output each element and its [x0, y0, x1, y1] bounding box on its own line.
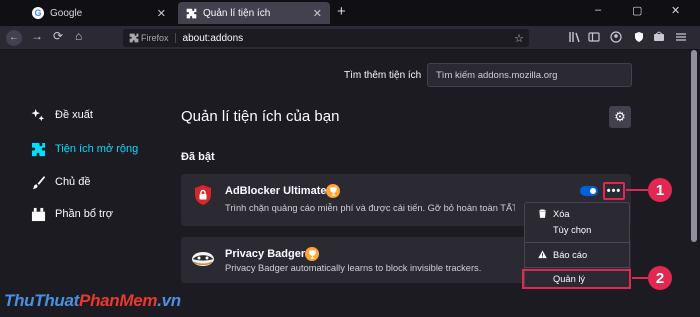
account-icon[interactable]	[610, 31, 622, 43]
url-text[interactable]: about:addons	[183, 33, 244, 44]
addon-name: AdBlocker Ultimate	[225, 185, 327, 197]
callout-1-badge: 1	[648, 178, 672, 202]
menu-item-label: Xóa	[553, 209, 570, 219]
brush-icon	[30, 174, 46, 190]
extension-icon[interactable]	[653, 31, 665, 43]
addon-enable-toggle[interactable]	[580, 186, 598, 196]
close-tab-icon[interactable]: ✕	[157, 7, 166, 20]
sidebar-item-recommendations[interactable]: Đề xuất	[30, 107, 93, 123]
menu-separator	[525, 267, 629, 268]
menu-icon[interactable]	[675, 31, 687, 43]
scrollbar[interactable]	[691, 50, 697, 242]
puzzle-icon	[186, 8, 197, 18]
puzzle-icon	[30, 141, 46, 157]
sidebar-icon[interactable]	[588, 31, 600, 43]
addon-description: Trình chặn quảng cáo miễn phí và được cả…	[225, 203, 515, 213]
forward-button[interactable]: →	[31, 29, 43, 43]
shield-icon[interactable]	[633, 31, 645, 43]
tab-addons[interactable]: Quản lí tiện ích ✕	[178, 2, 330, 24]
maximize-button[interactable]: ▢	[632, 4, 642, 17]
plugin-icon	[30, 206, 46, 222]
gear-icon: ⚙	[614, 109, 626, 124]
watermark-logo: ThuThuatPhanMem.vn	[4, 291, 181, 310]
close-tab-icon[interactable]: ✕	[313, 7, 322, 20]
badger-icon	[192, 252, 214, 266]
minimize-button[interactable]: –	[595, 4, 601, 16]
addon-description: Privacy Badger automatically learns to b…	[225, 263, 482, 273]
menu-separator	[525, 242, 629, 243]
new-tab-button[interactable]: +	[337, 3, 346, 20]
identity-label: Firefox	[141, 33, 176, 43]
sidebar-item-themes[interactable]: Chủ đề	[30, 174, 90, 190]
trash-icon	[535, 209, 549, 220]
menu-item-report[interactable]: Báo cáo	[525, 247, 629, 263]
sidebar-item-plugins[interactable]: Phần bổ trợ	[30, 206, 113, 222]
puzzle-icon	[129, 33, 139, 43]
sidebar-item-extensions[interactable]: Tiện ích mở rộng	[30, 141, 138, 157]
sparkle-icon	[30, 107, 46, 123]
page-title: Quản lí tiện ích của bạn	[181, 108, 340, 125]
find-more-label: Tìm thêm tiện ích	[344, 70, 422, 81]
bookmark-star-icon[interactable]: ☆	[514, 32, 524, 45]
close-window-button[interactable]: ✕	[671, 4, 680, 17]
reload-button[interactable]: ⟳	[53, 29, 63, 43]
addons-search-input[interactable]: Tìm kiếm addons.mozilla.org	[427, 63, 632, 87]
recommended-badge-icon	[326, 184, 340, 198]
sidebar-item-label: Đề xuất	[55, 109, 93, 121]
adblocker-shield-icon	[195, 185, 211, 205]
tab-title: Google	[50, 7, 83, 19]
sidebar-item-label: Tiện ích mở rộng	[55, 143, 139, 155]
library-icon[interactable]	[569, 31, 581, 43]
tab-google[interactable]: G Google ✕	[24, 2, 174, 24]
menu-item-remove[interactable]: Xóa	[525, 206, 629, 222]
sidebar-item-label: Chủ đề	[55, 176, 91, 188]
settings-button[interactable]: ⚙	[609, 106, 631, 128]
menu-item-options[interactable]: Tùy chọn	[525, 222, 629, 238]
callout-2-badge: 2	[648, 266, 672, 290]
navigation-bar: ← → ⟳ ⌂ Firefox about:addons ☆	[0, 26, 700, 50]
tab-title: Quản lí tiện ích	[203, 7, 271, 19]
recommended-badge-icon	[305, 247, 319, 261]
back-button[interactable]: ←	[6, 30, 22, 46]
warning-icon	[535, 249, 549, 261]
menu-item-label: Báo cáo	[553, 250, 588, 260]
tab-strip: G Google ✕ Quản lí tiện ích ✕ + – ▢ ✕	[0, 0, 700, 26]
addon-name: Privacy Badger	[225, 248, 306, 260]
sidebar-item-label: Phần bổ trợ	[55, 208, 113, 220]
menu-item-label: Tùy chọn	[553, 225, 592, 235]
manage-highlight-box	[522, 269, 631, 289]
home-button[interactable]: ⌂	[75, 29, 82, 43]
url-bar[interactable]: Firefox about:addons ☆	[123, 29, 529, 47]
section-enabled-heading: Đã bật	[181, 151, 215, 163]
google-icon: G	[32, 7, 44, 19]
